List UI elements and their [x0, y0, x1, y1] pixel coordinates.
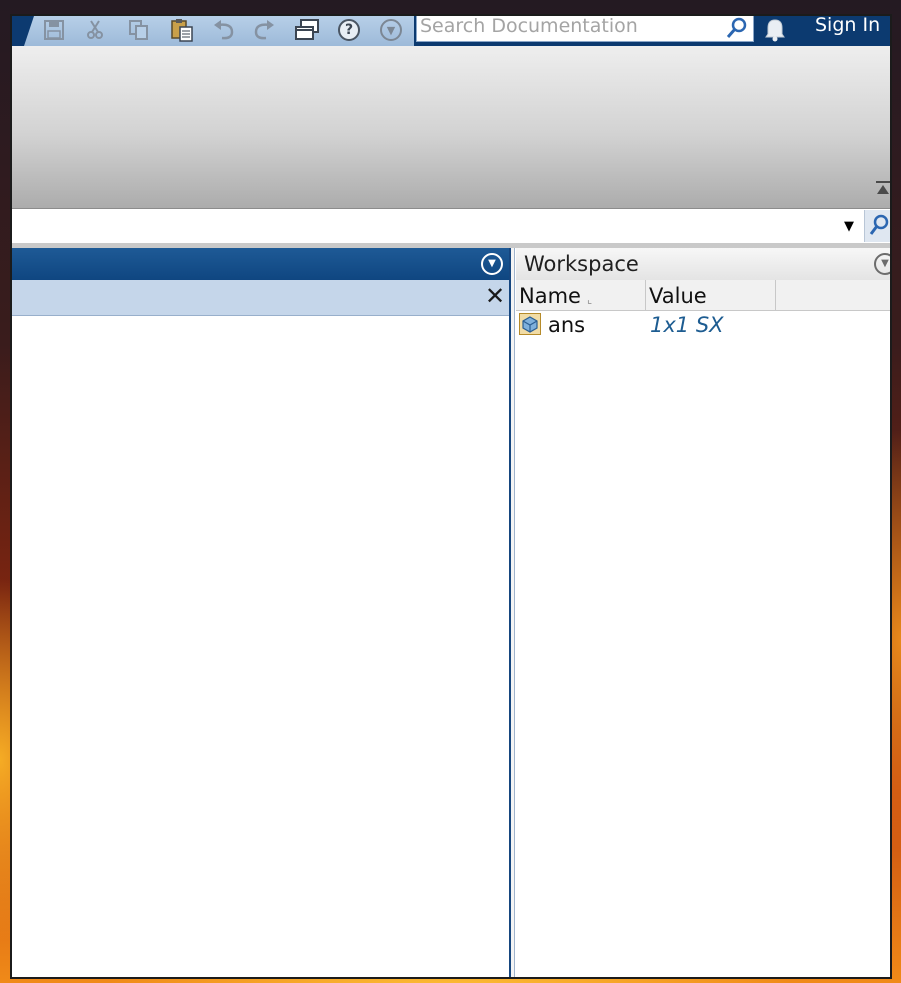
- variable-icon: [519, 313, 541, 335]
- search-icon: [869, 214, 889, 235]
- workspace-table-header: Name ⌞ Value: [516, 280, 890, 311]
- cut-button[interactable]: [82, 17, 110, 43]
- column-name-label: Name: [519, 284, 581, 308]
- help-button[interactable]: ?: [335, 17, 363, 43]
- copy-button[interactable]: [125, 17, 153, 43]
- left-panel-subheader: ✕: [12, 280, 509, 316]
- copy-icon: [129, 20, 148, 40]
- workspace-menu-icon[interactable]: ▼: [874, 253, 890, 275]
- workspace-header: Workspace ▼: [516, 248, 890, 281]
- current-folder-bar[interactable]: ▼: [12, 209, 890, 244]
- paste-button[interactable]: [168, 17, 196, 43]
- search-icon[interactable]: [725, 16, 749, 40]
- search-input[interactable]: [417, 16, 722, 42]
- matlab-window: ? ▼ Sign In ▼: [10, 14, 892, 979]
- collapse-toolstrip-icon[interactable]: [874, 179, 890, 197]
- left-panel-header: ▼: [12, 248, 509, 280]
- column-value-label: Value: [649, 284, 707, 308]
- left-panel: ▼ ✕: [12, 248, 509, 977]
- variable-value: 1x1 SX: [650, 313, 724, 337]
- search-documentation: [416, 16, 754, 42]
- quick-access-toolbar: ? ▼: [24, 16, 414, 46]
- folder-search-button[interactable]: [864, 210, 890, 242]
- chevron-down-icon: ▼: [380, 19, 402, 41]
- panel-splitter[interactable]: [509, 248, 515, 977]
- column-header-value[interactable]: Value: [646, 280, 776, 310]
- undo-button[interactable]: [210, 17, 238, 43]
- workspace-panel: Workspace ▼ Name ⌞ Value ans 1x1 SX: [516, 248, 890, 977]
- column-header-extra[interactable]: [776, 280, 890, 310]
- save-button[interactable]: [40, 17, 68, 43]
- title-bar: ? ▼ Sign In: [12, 16, 890, 46]
- notification-bell-icon[interactable]: [764, 17, 786, 43]
- workspace-title: Workspace: [524, 252, 639, 276]
- left-panel-menu-icon[interactable]: ▼: [481, 253, 503, 275]
- help-icon: ?: [338, 19, 360, 41]
- sign-in-link[interactable]: Sign In: [815, 16, 880, 44]
- column-header-name[interactable]: Name ⌞: [516, 280, 646, 310]
- toolstrip-ribbon: [12, 46, 890, 209]
- sort-ascending-icon: ⌞: [586, 293, 593, 306]
- redo-button[interactable]: [250, 17, 278, 43]
- variable-name: ans: [548, 313, 586, 337]
- workspace-row[interactable]: ans 1x1 SX: [516, 311, 890, 339]
- save-icon: [44, 20, 64, 40]
- folder-history-dropdown[interactable]: ▼: [838, 216, 860, 236]
- switch-windows-button[interactable]: [293, 17, 321, 43]
- paste-icon: [171, 19, 193, 42]
- switch-windows-icon: [295, 19, 319, 40]
- redo-icon: [254, 20, 274, 40]
- customize-toolbar-button[interactable]: ▼: [377, 17, 405, 43]
- close-icon[interactable]: ✕: [483, 282, 507, 310]
- undo-icon: [214, 20, 234, 40]
- cut-icon: [87, 20, 103, 39]
- dropdown-arrow-icon: ▼: [844, 218, 854, 234]
